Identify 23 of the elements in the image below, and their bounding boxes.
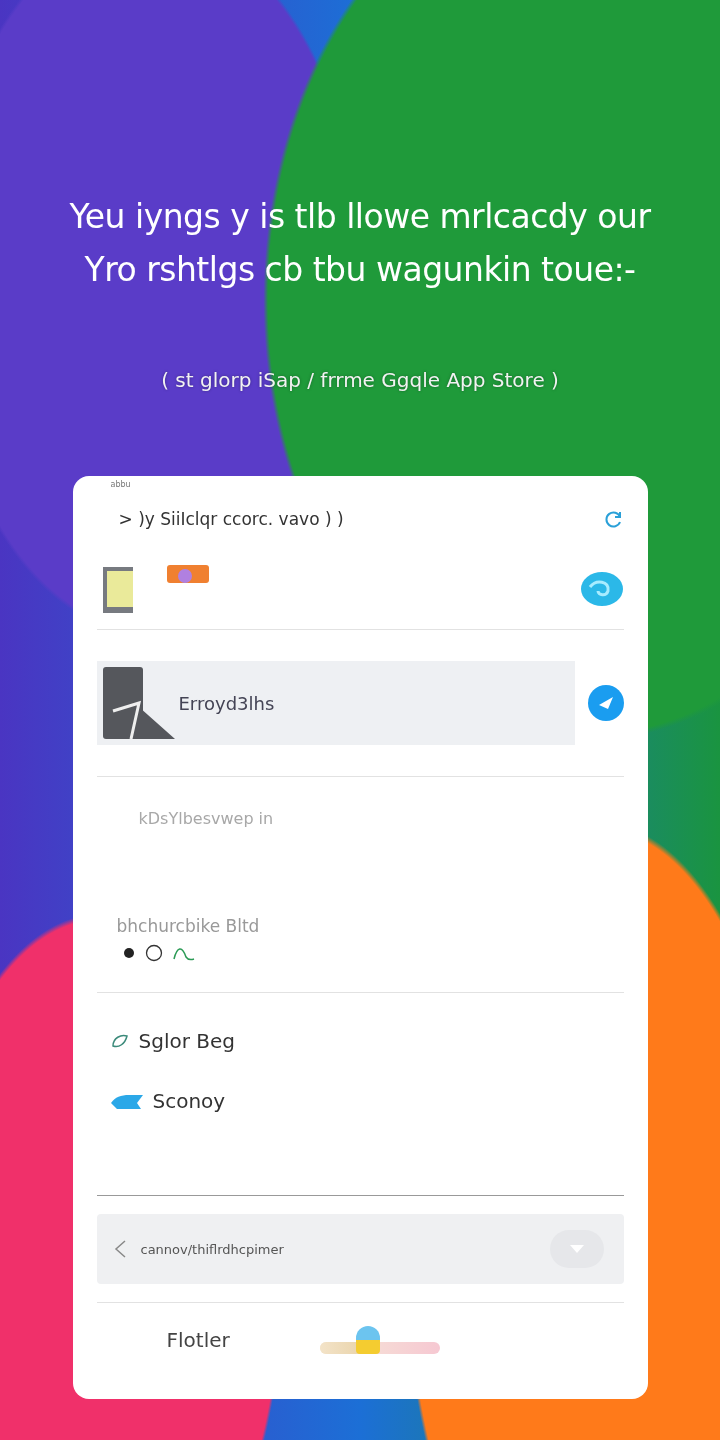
- action-button[interactable]: [587, 685, 624, 721]
- arrow-icon: [598, 697, 613, 709]
- faint-label: kDsYlbesvwep in: [138, 809, 275, 828]
- app-icon: [102, 667, 175, 739]
- slider[interactable]: [319, 1326, 440, 1354]
- item-label[interactable]: Sconoy: [152, 1089, 226, 1113]
- swirl-icon[interactable]: [579, 571, 624, 607]
- header-title: > )y SiiIclqr ccorc. vavo ) ): [118, 509, 344, 529]
- item-label[interactable]: Sglor Beg: [138, 1029, 235, 1053]
- caret-icon: [569, 1245, 584, 1253]
- caption-text: abbu: [110, 480, 132, 489]
- slider-label: Flotler: [166, 1328, 230, 1352]
- section-label: bhchurcbike Bltd: [116, 916, 261, 936]
- input-field[interactable]: cannov/thiflrdhcpimer: [138, 1240, 544, 1258]
- badge-icon: [122, 947, 135, 959]
- headline-text: Yeu iyngs y is tlb llowe mrlcacdy our: [69, 196, 651, 238]
- headline-text: Yro rshtlgs cb tbu wagunkin toue:-: [83, 249, 637, 291]
- refresh-icon[interactable]: [603, 509, 624, 529]
- row-label: Erroyd3lhs: [178, 692, 275, 714]
- highlight-row[interactable]: Erroyd3lhs: [96, 661, 575, 745]
- wave-icon: [172, 945, 195, 961]
- dropdown-button[interactable]: [549, 1230, 604, 1268]
- circle-icon: [144, 944, 163, 962]
